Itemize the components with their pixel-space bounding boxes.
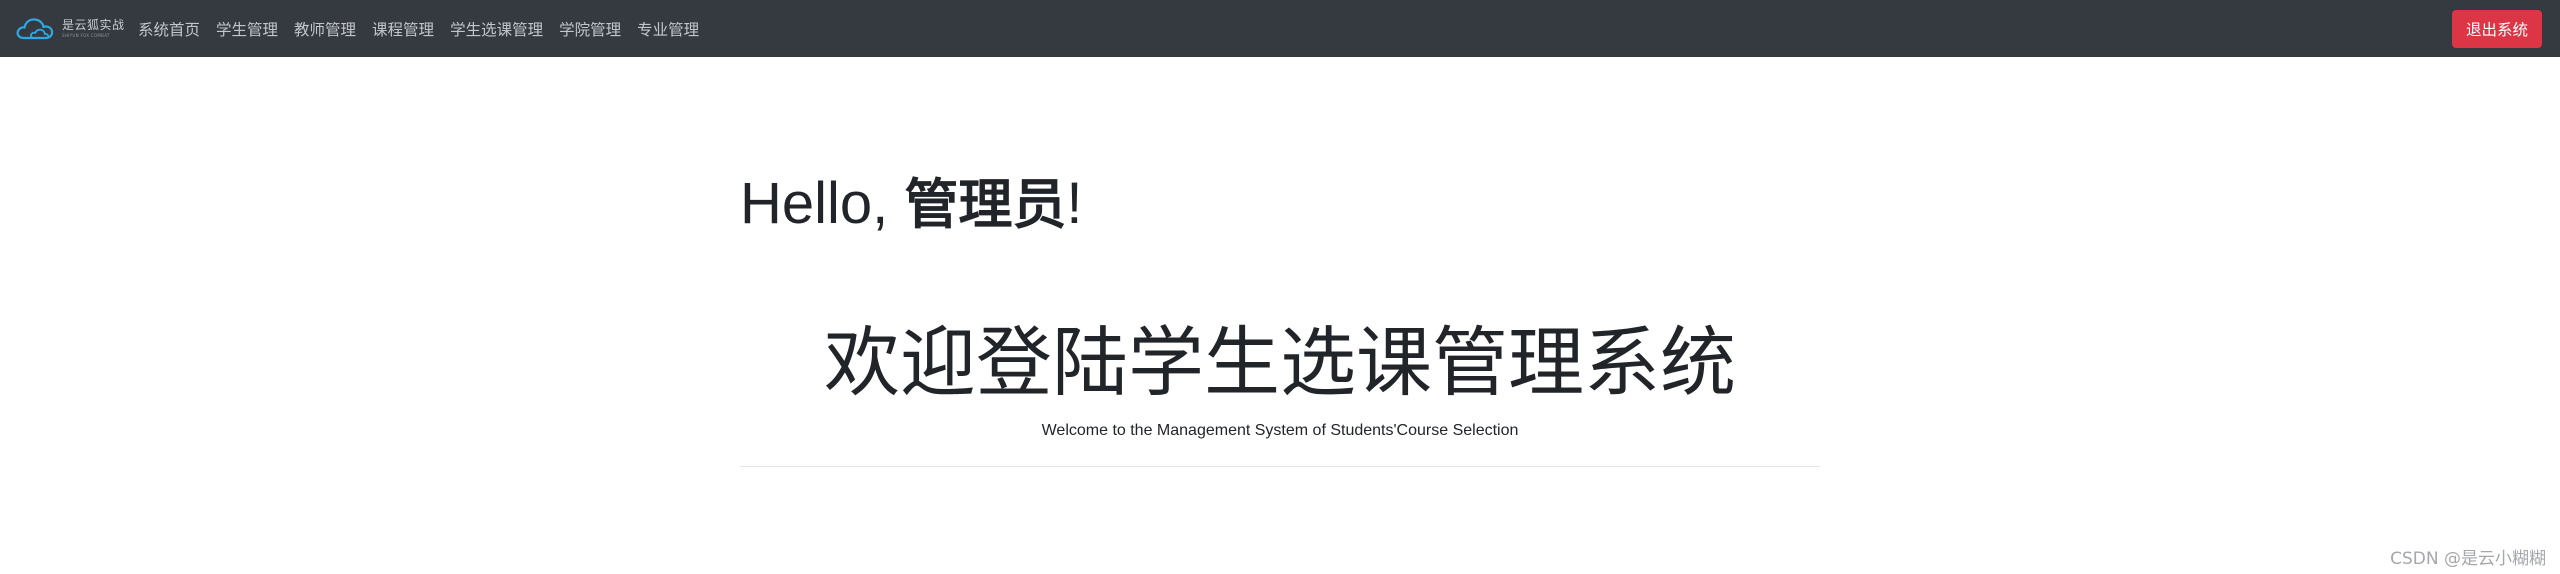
brand-subtitle: SHIYUN FOX COMBAT <box>62 32 110 38</box>
logout-button[interactable]: 退出系统 <box>2452 10 2542 48</box>
greeting-heading: Hello, 管理员! <box>740 175 1083 233</box>
nav-link-colleges[interactable]: 学院管理 <box>551 18 629 40</box>
user-name: 管理员 <box>904 173 1067 236</box>
nav-link-home[interactable]: 系统首页 <box>130 18 208 40</box>
nav-link-majors[interactable]: 专业管理 <box>629 18 707 40</box>
nav-link-course-selection[interactable]: 学生选课管理 <box>442 18 551 40</box>
greeting-prefix: Hello, <box>740 171 905 236</box>
welcome-jumbotron: Hello, 管理员! 欢迎登陆学生选课管理系统 Welcome to the … <box>740 57 1820 477</box>
greeting-suffix: ! <box>1066 171 1083 236</box>
top-navbar: 是云狐实战 SHIYUN FOX COMBAT 系统首页 学生管理 教师管理 课… <box>0 0 2560 57</box>
brand-title: 是云狐实战 <box>62 17 125 32</box>
nav-link-students[interactable]: 学生管理 <box>208 18 286 40</box>
welcome-subtitle: Welcome to the Management System of Stud… <box>1041 422 1519 439</box>
nav-link-teachers[interactable]: 教师管理 <box>286 18 364 40</box>
csdn-watermark: CSDN @是云小糊糊 <box>2390 549 2546 569</box>
nav-link-courses[interactable]: 课程管理 <box>364 18 442 40</box>
cloud-icon <box>16 18 54 40</box>
brand-logo[interactable]: 是云狐实战 SHIYUN FOX COMBAT <box>14 12 125 44</box>
nav-menu: 系统首页 学生管理 教师管理 课程管理 学生选课管理 学院管理 专业管理 <box>130 0 707 57</box>
welcome-title: 欢迎登陆学生选课管理系统 <box>824 318 1736 407</box>
divider <box>740 466 1820 467</box>
